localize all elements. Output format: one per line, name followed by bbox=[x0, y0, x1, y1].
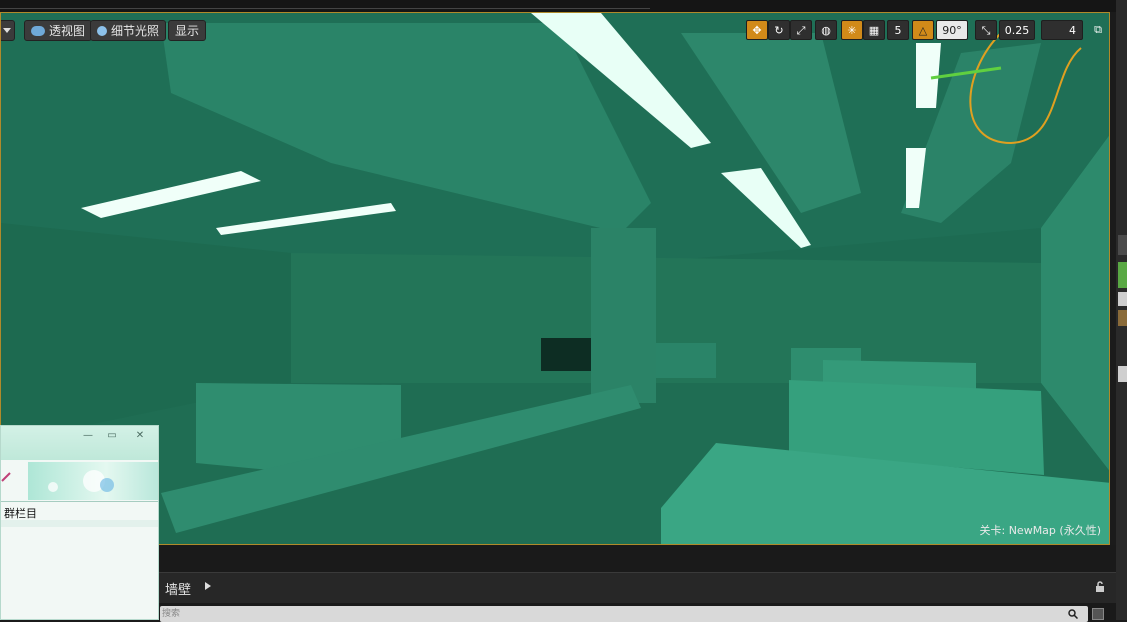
show-button[interactable]: 显示 bbox=[168, 20, 207, 41]
scale-snap-toggle[interactable]: ⤡ bbox=[975, 20, 997, 40]
pen-icon[interactable] bbox=[1, 470, 11, 482]
move-icon: ✥ bbox=[752, 24, 762, 37]
rotation-snap-value[interactable]: 90° bbox=[936, 20, 968, 40]
chevron-down-icon bbox=[3, 28, 11, 33]
panel-tab[interactable] bbox=[1118, 292, 1127, 306]
main-menu-strip bbox=[0, 0, 1127, 12]
search-icon[interactable] bbox=[1068, 609, 1078, 619]
minimize-icon[interactable]: — bbox=[81, 430, 95, 442]
level-name-label: 关卡: NewMap (永久性) bbox=[979, 524, 1102, 537]
green-indicator bbox=[1118, 262, 1127, 288]
save-icon[interactable] bbox=[1092, 608, 1104, 620]
panel-scroll-element[interactable] bbox=[1118, 235, 1127, 255]
bubble-decoration bbox=[100, 478, 114, 492]
restore-icon: ⧉ bbox=[1094, 23, 1102, 36]
viewport-options-button[interactable] bbox=[1, 20, 15, 41]
group-column-label: 群栏目 bbox=[4, 507, 37, 520]
angle-icon: △ bbox=[918, 24, 928, 37]
surface-snap-icon: ✳ bbox=[847, 24, 857, 37]
divider bbox=[1, 520, 158, 527]
rotate-mode-button[interactable]: ↻ bbox=[768, 20, 790, 40]
close-icon[interactable]: ✕ bbox=[133, 430, 147, 442]
grid-snap-toggle[interactable]: ▦ bbox=[863, 20, 885, 40]
panel-tab[interactable] bbox=[1118, 366, 1127, 382]
translate-mode-button[interactable]: ✥ bbox=[746, 20, 768, 40]
chat-window[interactable]: — ▭ ✕ 群栏目 bbox=[0, 425, 159, 620]
chat-window-banner bbox=[28, 462, 158, 500]
scale-snap-icon: ⤡ bbox=[981, 24, 991, 37]
lighting-icon bbox=[97, 25, 107, 36]
rotate-icon: ↻ bbox=[774, 24, 784, 37]
details-title: 墙壁 bbox=[165, 583, 192, 598]
maximize-viewport-button[interactable]: ⧉ bbox=[1090, 20, 1106, 40]
support-column bbox=[591, 228, 656, 403]
scale-snap-value[interactable]: 0.25 bbox=[999, 20, 1035, 40]
perspective-label: 透视图 bbox=[49, 23, 86, 38]
details-panel: 墙壁 搜索 bbox=[0, 545, 1116, 622]
floor-crate bbox=[656, 343, 716, 378]
details-header: 墙壁 bbox=[0, 572, 1116, 603]
floor-crate bbox=[541, 338, 591, 371]
lighting-label: 细节光照 bbox=[111, 23, 160, 38]
show-label: 显示 bbox=[175, 23, 200, 38]
chat-window-titlebar[interactable]: — ▭ ✕ bbox=[1, 426, 158, 460]
right-side-panel-edge bbox=[1116, 0, 1127, 620]
camera-speed-button[interactable]: 4 bbox=[1041, 20, 1083, 40]
scale-mode-button[interactable]: ⤢ bbox=[790, 20, 812, 40]
grid-snap-value[interactable]: 5 bbox=[887, 20, 909, 40]
lock-icon[interactable] bbox=[1094, 581, 1106, 593]
perspective-button[interactable]: 透视图 bbox=[24, 20, 93, 41]
grid-icon: ▦ bbox=[868, 24, 880, 37]
menu-tab-underline bbox=[300, 0, 650, 9]
perspective-icon bbox=[31, 25, 45, 36]
camera-speed-label: 4 bbox=[1069, 24, 1076, 37]
globe-icon: ◍ bbox=[821, 24, 831, 37]
maximize-icon[interactable]: ▭ bbox=[105, 430, 119, 442]
bubble-decoration bbox=[48, 482, 58, 492]
viewport-scene[interactable] bbox=[1, 13, 1110, 545]
coordinate-system-button[interactable]: ◍ bbox=[815, 20, 837, 40]
rotation-snap-label: 90° bbox=[942, 24, 962, 37]
grid-snap-label: 5 bbox=[894, 24, 902, 37]
menu-tab-underline bbox=[0, 0, 300, 9]
scale-icon: ⤢ bbox=[796, 24, 806, 37]
divider bbox=[1, 501, 158, 502]
chevron-right-icon[interactable] bbox=[205, 582, 211, 590]
surface-snap-button[interactable]: ✳ bbox=[841, 20, 863, 40]
panel-tab[interactable] bbox=[1118, 310, 1127, 326]
scale-snap-label: 0.25 bbox=[1004, 24, 1030, 37]
level-viewport[interactable]: 透视图 细节光照 显示 ✥ ↻ ⤢ ◍ ✳ ▦ 5 △ 90° ⤡ 0.25 4… bbox=[0, 12, 1110, 545]
rotation-snap-toggle[interactable]: △ bbox=[912, 20, 934, 40]
search-placeholder: 搜索 bbox=[162, 609, 181, 619]
lighting-mode-button[interactable]: 细节光照 bbox=[90, 20, 167, 41]
